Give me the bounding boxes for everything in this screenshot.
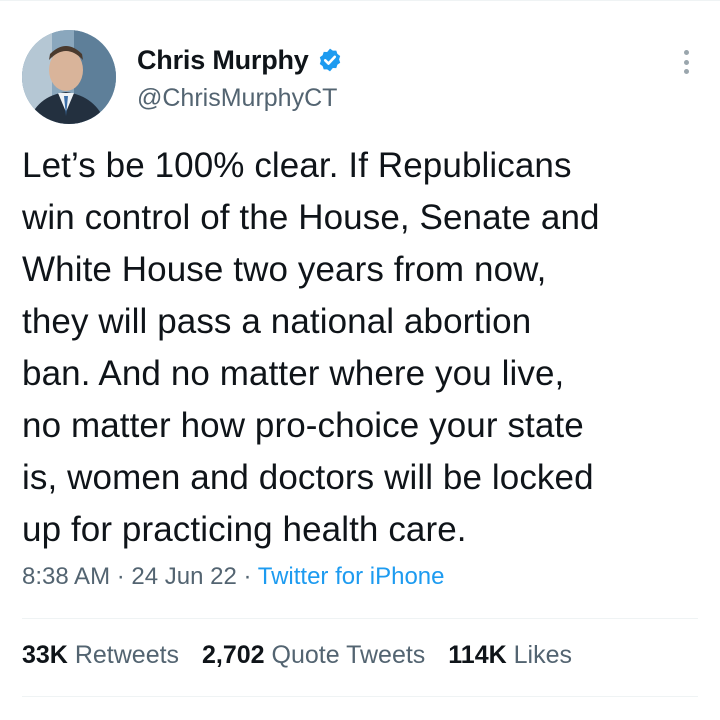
more-options-icon[interactable] <box>678 50 694 74</box>
top-divider <box>0 0 720 1</box>
tweet-time[interactable]: 8:38 AM <box>22 563 110 590</box>
meta-separator: · <box>116 563 125 590</box>
tweet-source-link[interactable]: Twitter for iPhone <box>258 563 445 590</box>
tweet-line: Let’s be 100% clear. If Republicans <box>22 146 572 185</box>
tweet-line: is, women and doctors will be locked <box>22 458 594 497</box>
tweet-stats: 33K Retweets 2,702 Quote Tweets 114K Lik… <box>22 641 588 670</box>
avatar-photo <box>22 30 116 124</box>
stats-divider-bottom <box>22 696 698 697</box>
quote-tweets-count: 2,702 <box>202 641 265 669</box>
more-dot <box>683 50 689 55</box>
tweet-date[interactable]: 24 Jun 22 <box>131 563 236 590</box>
more-dot <box>683 59 689 65</box>
likes-count: 114K <box>448 641 507 669</box>
retweets-count: 33K <box>22 641 68 669</box>
tweet-text: Let’s be 100% clear. If Republicans win … <box>22 140 712 556</box>
quote-tweets-stat[interactable]: 2,702 Quote Tweets <box>202 641 425 669</box>
tweet-line: no matter how pro-choice your state <box>22 406 584 445</box>
tweet-line: win control of the House, Senate and <box>22 198 600 237</box>
tweet-line: up for practicing health care. <box>22 510 467 549</box>
tweet-header: Chris Murphy @ChrisMurphyCT <box>22 30 702 130</box>
author-handle[interactable]: @ChrisMurphyCT <box>137 84 343 113</box>
tweet-meta: 8:38 AM · 24 Jun 22 · Twitter for iPhone <box>22 563 444 591</box>
display-name-row: Chris Murphy <box>137 44 343 76</box>
avatar[interactable] <box>22 30 116 124</box>
more-dot <box>683 69 689 74</box>
tweet-line: ban. And no matter where you live, <box>22 354 565 393</box>
quote-tweets-label: Quote Tweets <box>271 641 426 669</box>
author-names: Chris Murphy @ChrisMurphyCT <box>137 44 343 113</box>
retweets-label: Retweets <box>74 641 180 669</box>
display-name[interactable]: Chris Murphy <box>137 45 309 76</box>
tweet-line: they will pass a national abortion <box>22 302 532 341</box>
retweets-stat[interactable]: 33K Retweets <box>22 641 179 669</box>
likes-label: Likes <box>513 641 572 669</box>
verified-badge-icon <box>319 48 340 72</box>
meta-separator: · <box>243 563 252 590</box>
stats-divider-top <box>22 618 698 619</box>
tweet-line: White House two years from now, <box>22 250 547 289</box>
likes-stat[interactable]: 114K Likes <box>448 641 572 669</box>
